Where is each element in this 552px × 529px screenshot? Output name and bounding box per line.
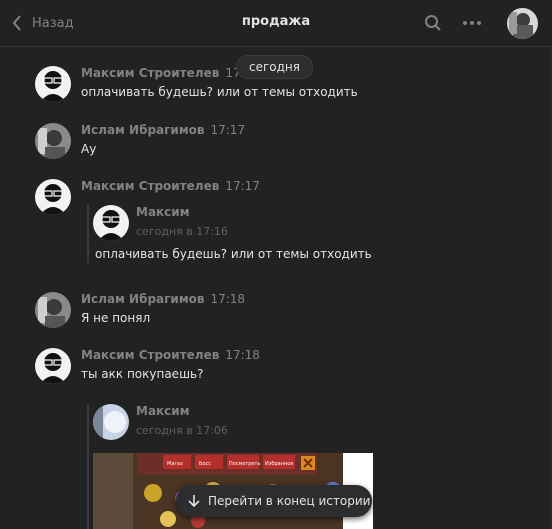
avatar[interactable] — [93, 205, 129, 241]
message-time: 17:18 — [210, 292, 246, 306]
avatar[interactable] — [35, 292, 71, 328]
message-text: Ау — [81, 142, 97, 156]
avatar[interactable] — [35, 66, 71, 102]
forwarded-message[interactable]: Максим сегодня в 17:16 оплачивать будешь… — [87, 205, 372, 263]
avatar[interactable] — [93, 404, 129, 440]
avatar[interactable] — [35, 179, 71, 215]
forward-time: сегодня в 17:16 — [136, 225, 228, 238]
message-time: 17:17 — [210, 123, 246, 137]
sender-name[interactable]: Максим Строителев — [81, 66, 219, 80]
forward-text: оплачивать будешь? или от темы отходить — [95, 247, 372, 261]
jump-label: Перейти в конец истории — [208, 494, 371, 508]
game-button-label: Магаз — [167, 461, 183, 467]
more-options-icon[interactable] — [462, 20, 482, 26]
forwarded-message[interactable]: Максим сегодня в 17:06 — [87, 404, 228, 529]
sender-name[interactable]: Максим Строителев — [81, 348, 219, 362]
search-icon[interactable] — [424, 14, 442, 32]
forward-sender-name[interactable]: Максим — [136, 404, 190, 418]
jump-to-latest-button[interactable]: Перейти в конец истории — [176, 485, 372, 517]
chat-avatar[interactable] — [507, 8, 538, 39]
message-time: 17:17 — [225, 179, 260, 193]
sender-name[interactable]: Максим Строителев — [81, 179, 219, 193]
message-time: 17:18 — [225, 348, 260, 362]
sender-name[interactable]: Ислам Ибрагимов — [81, 123, 204, 137]
forward-sender-name[interactable]: Максим — [136, 205, 190, 219]
avatar[interactable] — [35, 348, 71, 384]
chat-header: Назад продажа — [0, 0, 552, 47]
arrow-down-icon — [188, 495, 200, 508]
game-button-label: Посмотреть — [229, 461, 260, 467]
forward-time: сегодня в 17:06 — [136, 424, 228, 437]
message-text: ты акк покупаешь? — [81, 367, 204, 381]
message-text: оплачивать будешь? или от темы отходить — [81, 85, 358, 99]
message-text: Я не понял — [81, 311, 151, 325]
avatar[interactable] — [35, 123, 71, 159]
game-button-label: Избранное — [265, 461, 293, 467]
game-button-label: Босс — [199, 461, 211, 467]
date-separator: сегодня — [237, 56, 312, 78]
sender-name[interactable]: Ислам Ибрагимов — [81, 292, 204, 306]
